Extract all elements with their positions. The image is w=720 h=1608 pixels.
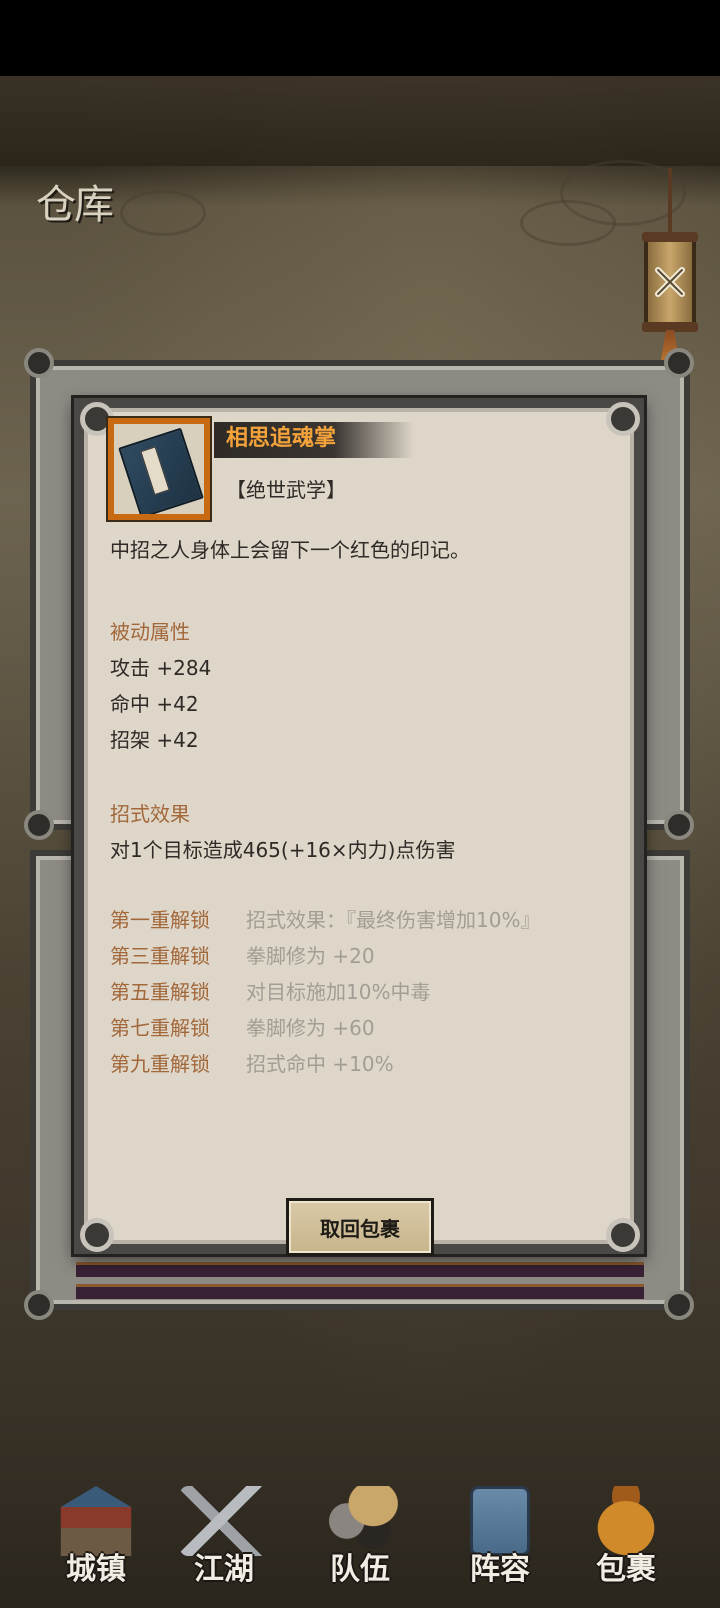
nav-item-town[interactable]: 城镇	[36, 1480, 156, 1590]
item-name: 相思追魂掌	[226, 426, 337, 451]
nav-label: 城镇	[66, 1552, 126, 1587]
passive-section-title: 被动属性	[110, 620, 190, 644]
cloud-decoration	[120, 190, 206, 236]
nav-label: 包裹	[596, 1552, 656, 1587]
top-band	[0, 76, 720, 166]
nav-item-team[interactable]: 队伍	[300, 1480, 420, 1590]
cloud-decoration	[520, 200, 616, 246]
item-type: 【绝世武学】	[226, 478, 346, 502]
page-title: 仓库	[36, 182, 114, 228]
dialog-corner	[606, 402, 640, 436]
nav-label: 阵容	[470, 1552, 530, 1587]
effect-section-title: 招式效果	[110, 802, 190, 826]
background-row	[76, 1262, 644, 1277]
unlock-value: 拳脚修为 +60	[246, 1016, 375, 1040]
close-button[interactable]	[642, 232, 698, 332]
panel-corner	[24, 810, 54, 840]
dialog-corner	[80, 1218, 114, 1252]
panel-corner	[664, 1290, 694, 1320]
background-row	[76, 1284, 644, 1299]
item-description: 中招之人身体上会留下一个红色的印记。	[110, 538, 470, 562]
effect-text: 对1个目标造成465(+16×内力)点伤害	[110, 838, 456, 862]
nav-item-bag[interactable]: 包裹	[566, 1480, 686, 1590]
bottom-nav: 城镇 江湖 队伍 阵容 包裹	[0, 1480, 720, 1608]
panel-corner	[664, 810, 694, 840]
unlock-value: 招式命中 +10%	[246, 1052, 394, 1076]
passive-stat: 招架 +42	[110, 728, 199, 752]
nav-label: 江湖	[194, 1552, 254, 1587]
close-icon	[655, 267, 685, 297]
return-to-bag-button[interactable]: 取回包裹	[286, 1198, 434, 1256]
item-icon-frame	[106, 416, 212, 522]
unlock-label: 第五重解锁	[110, 980, 210, 1004]
unlock-value: 拳脚修为 +20	[246, 944, 375, 968]
unlock-label: 第九重解锁	[110, 1052, 210, 1076]
nav-item-jianghu[interactable]: 江湖	[164, 1480, 284, 1590]
passive-stat: 攻击 +284	[110, 656, 212, 680]
dialog-corner	[606, 1218, 640, 1252]
lantern-rope	[668, 168, 672, 238]
unlock-value: 对目标施加10%中毒	[246, 980, 431, 1004]
panel-corner	[24, 1290, 54, 1320]
unlock-label: 第一重解锁	[110, 908, 210, 932]
book-icon	[118, 427, 204, 514]
unlock-value: 招式效果：『最终伤害增加10%』	[246, 908, 541, 932]
unlock-label: 第三重解锁	[110, 944, 210, 968]
status-bar	[0, 0, 720, 76]
nav-item-formation[interactable]: 阵容	[440, 1480, 560, 1590]
passive-stat: 命中 +42	[110, 692, 199, 716]
unlock-label: 第七重解锁	[110, 1016, 210, 1040]
panel-corner	[664, 348, 694, 378]
nav-label: 队伍	[330, 1552, 390, 1587]
panel-corner	[24, 348, 54, 378]
